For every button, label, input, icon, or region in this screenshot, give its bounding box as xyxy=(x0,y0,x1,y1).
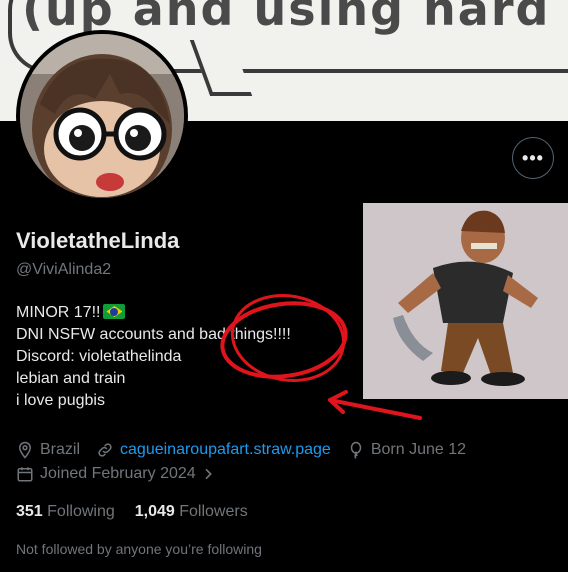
joined-date[interactable]: Joined February 2024 xyxy=(16,462,222,486)
bio-line: Discord: violetathelinda xyxy=(16,348,182,365)
following-link[interactable]: 351 Following xyxy=(16,503,115,521)
following-count: 351 xyxy=(16,503,43,520)
balloon-icon xyxy=(350,441,362,459)
followers-label: Followers xyxy=(179,503,248,520)
location-icon xyxy=(18,441,32,459)
avatar-image xyxy=(20,34,184,198)
profile-meta: Brazil cagueinaroupafart.straw.page Born… xyxy=(16,438,556,486)
location: Brazil xyxy=(16,438,80,462)
chevron-right-icon xyxy=(205,468,212,480)
display-name: VioletatheLinda xyxy=(16,228,180,253)
bio-line: MINOR 17!! xyxy=(16,302,291,324)
bio: MINOR 17!! DNI NSFW accounts and bad thi… xyxy=(16,302,291,412)
not-followed-notice: Not followed by anyone you’re following xyxy=(16,541,262,557)
user-handle: @ViviAlinda2 xyxy=(16,261,112,278)
avatar[interactable] xyxy=(16,30,188,202)
followers-link[interactable]: 1,049 Followers xyxy=(135,503,248,521)
more-options-label: ••• xyxy=(522,147,544,168)
link-icon xyxy=(98,443,112,457)
birthday: Born June 12 xyxy=(347,438,466,462)
cartoon-character-image xyxy=(363,203,568,399)
bio-line: i love pugbis xyxy=(16,392,105,409)
website[interactable]: cagueinaroupafart.straw.page xyxy=(96,438,331,462)
follow-stats: 351 Following 1,049 Followers xyxy=(16,503,248,521)
bio-line: DNI NSFW accounts and bad things!!!! xyxy=(16,326,291,343)
following-label: Following xyxy=(47,503,115,520)
website-link[interactable]: cagueinaroupafart.straw.page xyxy=(120,438,331,462)
followers-count: 1,049 xyxy=(134,503,175,520)
calendar-icon xyxy=(17,467,33,482)
more-options-button[interactable]: ••• xyxy=(512,137,554,179)
bio-line: lebian and train xyxy=(16,370,126,387)
brazil-flag-icon xyxy=(103,304,126,319)
